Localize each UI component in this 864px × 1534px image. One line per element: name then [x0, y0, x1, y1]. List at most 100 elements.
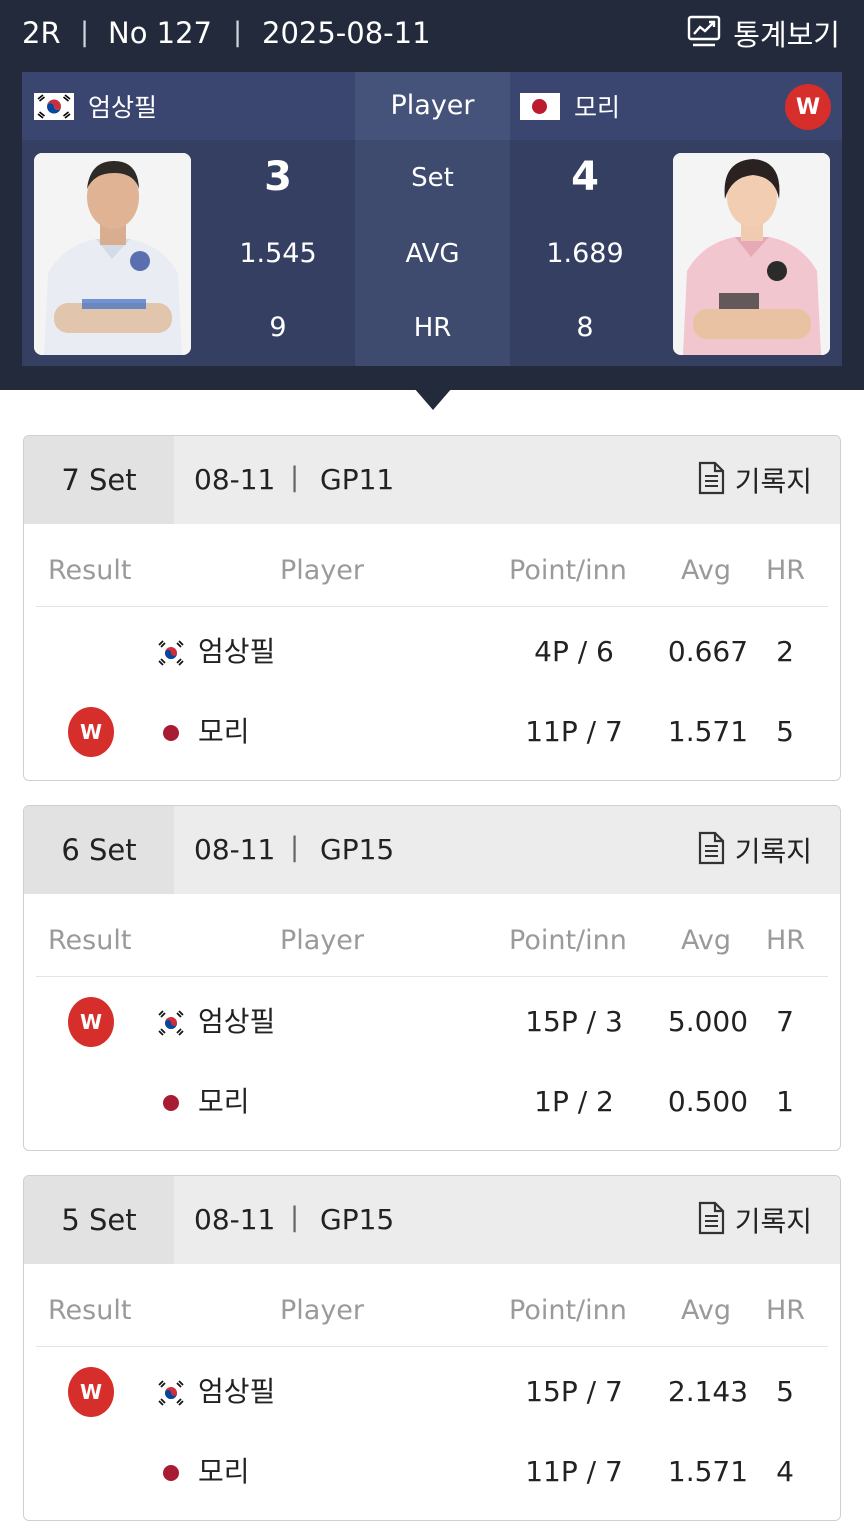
- set-card: 7 Set 08-11 | GP11 기록지 Result Player Poi…: [23, 435, 841, 781]
- set-card-header: 5 Set 08-11 | GP15 기록지: [24, 1176, 840, 1264]
- point-per-inning: 4P / 6: [534, 635, 614, 668]
- player-hr: 5: [776, 1375, 794, 1408]
- hr-column-header: HR: [766, 1295, 806, 1326]
- player-column-header: Player: [280, 555, 365, 586]
- point-column-header: Point/inn: [509, 925, 627, 956]
- round-label: 2R: [22, 16, 61, 50]
- korea-flag-icon: [156, 1378, 186, 1408]
- divider: |: [290, 1202, 300, 1233]
- right-player-photo: [673, 153, 830, 355]
- set-date: 08-11: [194, 1203, 276, 1236]
- hr-label: HR: [413, 313, 452, 343]
- player-avg: 5.000: [667, 1005, 749, 1038]
- set-table: GP15: [320, 833, 395, 866]
- player-avg: 1.571: [667, 1455, 749, 1488]
- point-column-header: Point/inn: [509, 555, 627, 586]
- player-column-header: Player: [280, 925, 365, 956]
- player-column-header: Player: [280, 1295, 365, 1326]
- set-card: 5 Set 08-11 | GP15 기록지 Result Player Poi…: [23, 1175, 841, 1521]
- result-cell: [68, 1077, 114, 1129]
- document-icon: [697, 831, 725, 869]
- set-number-text: 7 Set: [61, 463, 137, 497]
- document-icon: [697, 461, 725, 499]
- set-number: 6 Set: [24, 806, 174, 894]
- player-name: 모리: [198, 1455, 250, 1488]
- point-per-inning: 15P / 7: [525, 1375, 623, 1408]
- match-info-bar: 2R | No 127 | 2025-08-11 통계보기: [0, 0, 864, 68]
- point-per-inning: 11P / 7: [525, 715, 623, 748]
- divider: |: [290, 832, 300, 863]
- record-sheet-button[interactable]: 기록지: [697, 1200, 812, 1240]
- player-hr: 1: [776, 1085, 794, 1118]
- japan-dot-icon: [163, 725, 179, 741]
- set-table: GP11: [320, 463, 395, 496]
- player-avg: 0.667: [667, 635, 749, 668]
- point-per-inning: 1P / 2: [534, 1085, 614, 1118]
- left-set-score: 3: [264, 154, 292, 200]
- record-sheet-label: 기록지: [734, 1205, 812, 1238]
- player-name: 엄상필: [198, 1375, 276, 1408]
- left-player-name: 엄상필: [34, 88, 157, 124]
- player-result-row: 모리 1P / 2 0.500 1: [24, 1068, 840, 1138]
- set-number: 5 Set: [24, 1176, 174, 1264]
- korea-flag-icon: [34, 92, 74, 120]
- player-result-row: W 엄상필 15P / 7 2.143 5: [24, 1358, 840, 1428]
- record-sheet-label: 기록지: [734, 465, 812, 498]
- chart-icon: [687, 15, 723, 51]
- set-number: 7 Set: [24, 436, 174, 524]
- set-date: 08-11: [194, 833, 276, 866]
- japan-flag-icon: [156, 1458, 186, 1488]
- player-avg: 2.143: [667, 1375, 749, 1408]
- result-cell: W: [68, 1367, 114, 1419]
- hr-column-header: HR: [766, 925, 806, 956]
- scoreboard: 엄상필 Player 모리 W 3 Set 4 1.545 AVG 1.689 …: [22, 72, 842, 366]
- match-date: 2025-08-11: [262, 16, 431, 50]
- player-hr: 2: [776, 635, 794, 668]
- set-card-header: 7 Set 08-11 | GP11 기록지: [24, 436, 840, 524]
- result-column-header: Result: [48, 1295, 132, 1326]
- result-cell: W: [68, 707, 114, 759]
- left-player-name-text: 엄상필: [88, 93, 158, 122]
- view-stats-label: 통계보기: [733, 18, 840, 52]
- player-avg: 0.500: [667, 1085, 749, 1118]
- record-sheet-button[interactable]: 기록지: [697, 460, 812, 500]
- point-per-inning: 15P / 3: [525, 1005, 623, 1038]
- winner-badge: W: [785, 84, 831, 130]
- set-number-text: 6 Set: [61, 833, 137, 867]
- set-card: 6 Set 08-11 | GP15 기록지 Result Player Poi…: [23, 805, 841, 1151]
- right-hr: 8: [576, 312, 594, 343]
- player-name: 엄상필: [198, 635, 276, 668]
- left-player-photo: [34, 153, 191, 355]
- divider: |: [290, 462, 300, 493]
- view-stats-button[interactable]: 통계보기: [687, 12, 840, 54]
- player-result-row: W 엄상필 15P / 3 5.000 7: [24, 988, 840, 1058]
- result-cell: W: [68, 997, 114, 1049]
- avg-column-header: Avg: [681, 555, 732, 586]
- match-header: 2R | No 127 | 2025-08-11 통계보기 엄상필 Player…: [0, 0, 864, 390]
- result-column-header: Result: [48, 925, 132, 956]
- result-cell: [68, 1447, 114, 1499]
- set-label: Set: [411, 163, 454, 193]
- set-card-header: 6 Set 08-11 | GP15 기록지: [24, 806, 840, 894]
- japan-flag-icon: [156, 718, 186, 748]
- player-result-row: 엄상필 4P / 6 0.667 2: [24, 618, 840, 688]
- result-cell: [68, 627, 114, 679]
- divider: [36, 606, 828, 607]
- right-set-score: 4: [571, 154, 599, 200]
- right-avg: 1.689: [546, 238, 624, 269]
- japan-flag-icon: [156, 1088, 186, 1118]
- avg-column-header: Avg: [681, 925, 732, 956]
- japan-flag-icon: [520, 92, 560, 120]
- korea-flag-icon: [156, 1008, 186, 1038]
- hr-column-header: HR: [766, 555, 806, 586]
- player-name: 모리: [198, 1085, 250, 1118]
- player-hr: 4: [776, 1455, 794, 1488]
- right-player-name-text: 모리: [574, 93, 621, 122]
- win-badge: W: [68, 997, 114, 1047]
- divider: [36, 976, 828, 977]
- player-hr: 7: [776, 1005, 794, 1038]
- win-badge: W: [68, 1367, 114, 1417]
- record-sheet-button[interactable]: 기록지: [697, 830, 812, 870]
- header-pointer: [414, 388, 452, 410]
- divider: |: [233, 17, 243, 48]
